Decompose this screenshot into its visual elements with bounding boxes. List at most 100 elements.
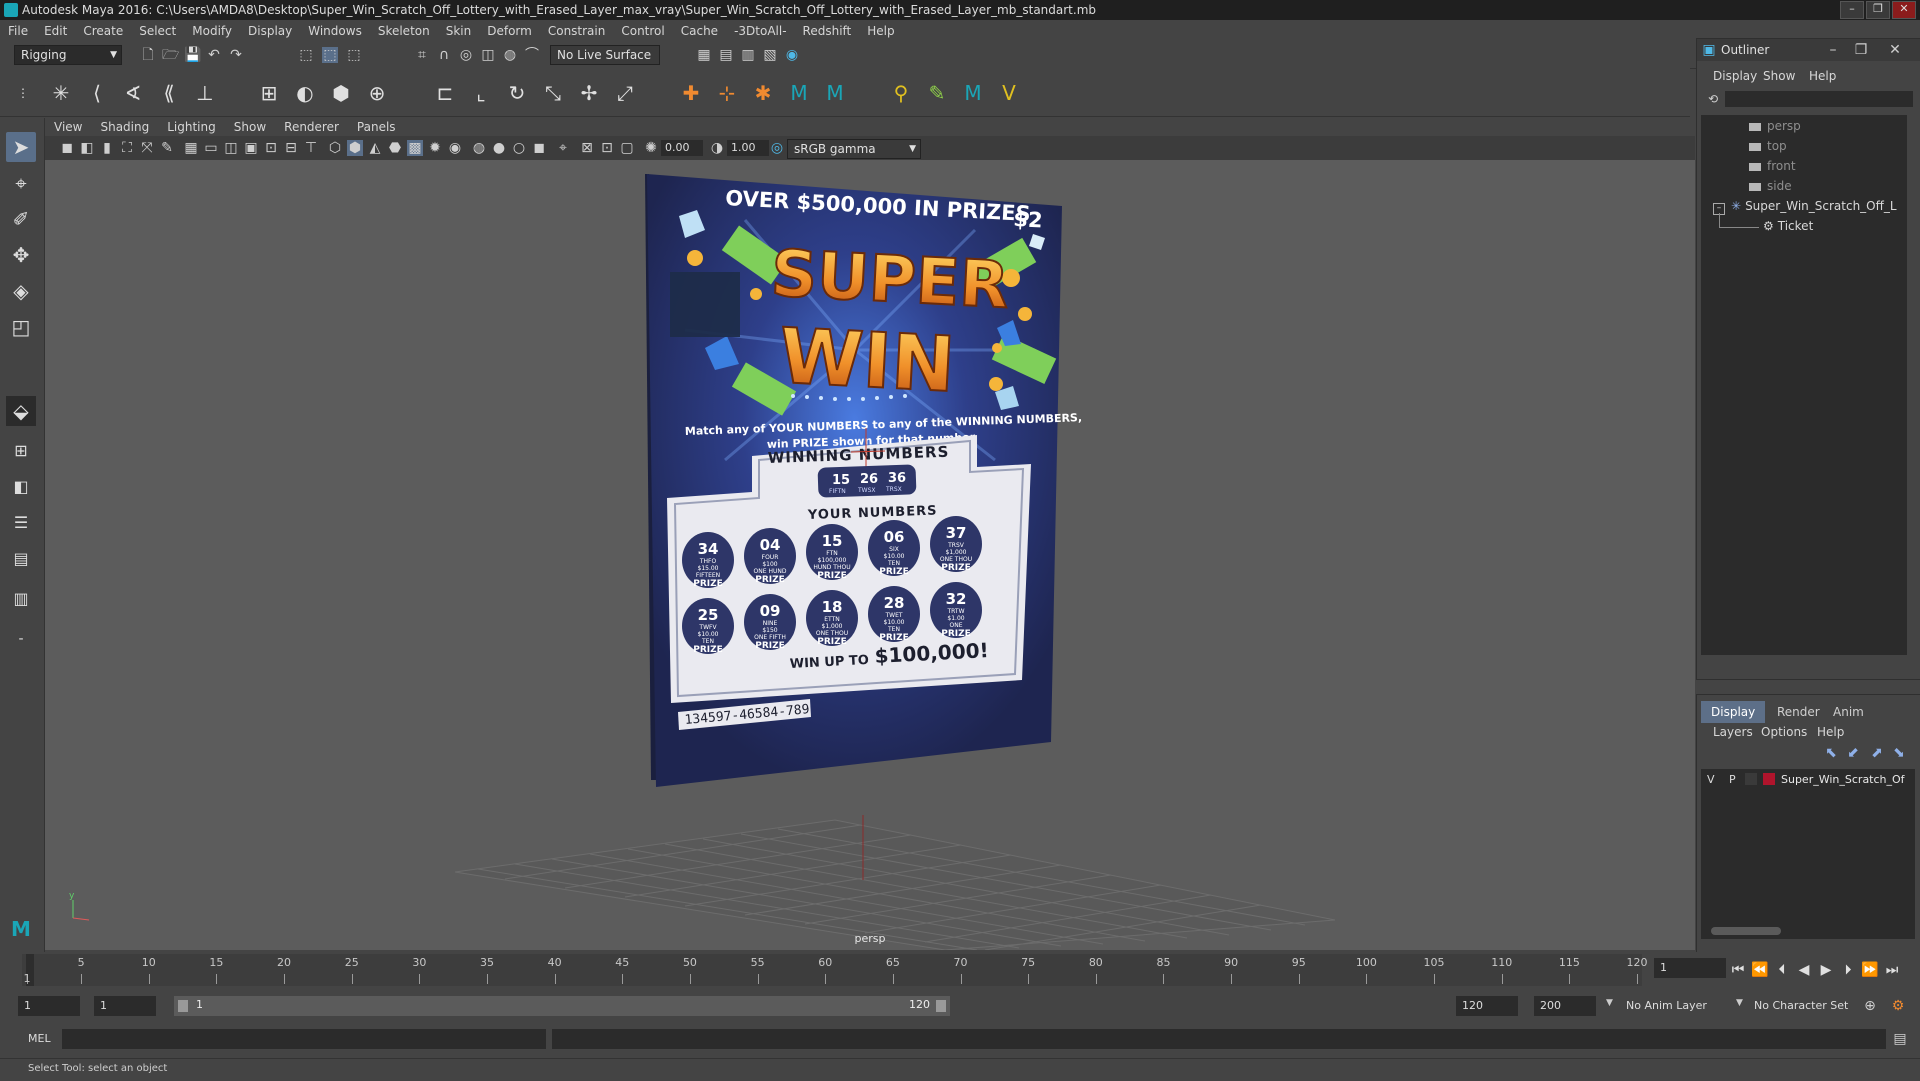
step-back-key-icon[interactable]: ⏴ <box>1772 962 1792 978</box>
new-layer-icon[interactable]: ⬈ <box>1869 745 1885 761</box>
four-view-icon[interactable]: ⊞ <box>6 436 36 466</box>
panel-menu-lighting[interactable]: Lighting <box>158 120 225 134</box>
script-editor-icon[interactable]: ▤ <box>1892 1031 1908 1047</box>
depth-of-field-icon[interactable]: ⊠ <box>579 140 595 156</box>
set-key-icon[interactable]: ⊹ <box>714 80 740 106</box>
pole-vector-icon[interactable]: ⤢ <box>612 80 638 106</box>
ik-handle-icon[interactable]: ⟨ <box>84 80 110 106</box>
menu-select[interactable]: Select <box>131 24 184 38</box>
hypergraph-layout-icon[interactable]: ▥ <box>6 584 36 614</box>
panel-menu-shading[interactable]: Shading <box>91 120 158 134</box>
point-constraint-icon[interactable]: ⌞ <box>468 80 494 106</box>
wireframe-on-shaded-icon[interactable]: ◭ <box>367 140 383 156</box>
playback-end-field[interactable]: 120 <box>1456 996 1518 1016</box>
hair-icon[interactable]: ⚲ <box>888 80 914 106</box>
scale-constraint-icon[interactable]: ⤡ <box>540 80 566 106</box>
new-scene-icon[interactable]: 🗋 <box>140 47 156 63</box>
redo-icon[interactable]: ↷ <box>228 47 244 63</box>
more-layouts-icon[interactable]: - <box>6 624 36 654</box>
exposure-field[interactable]: 0.00 <box>661 140 703 156</box>
select-component-icon[interactable]: ⬚ <box>346 47 362 63</box>
menu-display[interactable]: Display <box>240 24 300 38</box>
maya-tool-icon[interactable]: M <box>960 80 986 106</box>
maximize-icon[interactable]: ❐ <box>1853 42 1869 58</box>
parent-constraint-icon[interactable]: ⊏ <box>432 80 458 106</box>
tab-display[interactable]: Display <box>1701 701 1766 723</box>
new-layer-selected-icon[interactable]: ⬊ <box>1891 745 1907 761</box>
layer-row[interactable]: V P Super_Win_Scratch_Of <box>1701 771 1915 789</box>
camera-attributes-icon[interactable]: ◧ <box>79 140 95 156</box>
chevron-down-icon[interactable]: ▼ <box>1606 998 1613 1008</box>
film-gate-icon[interactable]: ▭ <box>203 140 219 156</box>
paint-weights-icon[interactable]: ◐ <box>292 80 318 106</box>
step-back-icon[interactable]: ⏪ <box>1750 962 1770 978</box>
live-surface-field[interactable]: No Live Surface <box>550 45 660 65</box>
undo-icon[interactable]: ↶ <box>206 47 222 63</box>
character-set-dropdown[interactable]: No Character Set <box>1748 996 1870 1016</box>
menu-deform[interactable]: Deform <box>479 24 540 38</box>
minimize-button[interactable]: – <box>1840 1 1864 19</box>
snap-surface-icon[interactable]: ◍ <box>502 47 518 63</box>
outliner-item-side[interactable]: side <box>1749 179 1792 193</box>
layer-visibility-toggle[interactable]: V <box>1707 773 1715 786</box>
resolution-gate-icon[interactable]: ◫ <box>223 140 239 156</box>
time-ruler[interactable]: 1 5 10 15 20 25 30 35 40 45 50 55 60 65 70 75 80 85 90 95 10… <box>22 954 1648 986</box>
motion-blur-icon[interactable]: ⊡ <box>599 140 615 156</box>
layer-name[interactable]: Super_Win_Scratch_Of <box>1781 773 1905 786</box>
command-language-label[interactable]: MEL <box>28 1032 51 1045</box>
set-driven-key-icon[interactable]: ✱ <box>750 80 776 106</box>
menu-set-dropdown[interactable]: Rigging ▼ <box>14 45 122 65</box>
snap-view-icon[interactable]: ◫ <box>480 47 496 63</box>
color-management-icon[interactable]: ◎ <box>769 140 785 156</box>
2d-pan-zoom-icon[interactable]: ⤧ <box>139 140 155 156</box>
tab-render[interactable]: Render <box>1767 701 1830 723</box>
smooth-shade-icon[interactable]: ⬢ <box>347 140 363 156</box>
paint-select-icon[interactable]: ✐ <box>6 204 36 234</box>
isolate-select-icon[interactable]: ⌖ <box>555 140 571 156</box>
gate-mask-icon[interactable]: ▣ <box>243 140 259 156</box>
minimize-icon[interactable]: – <box>1825 42 1841 58</box>
menu-skeleton[interactable]: Skeleton <box>370 24 438 38</box>
cluster-icon[interactable]: ⊕ <box>364 80 390 106</box>
hik-icon[interactable]: M <box>786 80 812 106</box>
orient-joint-icon[interactable]: ⊥ <box>192 80 218 106</box>
grease-pencil-icon[interactable]: ✎ <box>159 140 175 156</box>
joint-tool-icon[interactable]: ✳ <box>48 80 74 106</box>
outliner-menu-show[interactable]: Show <box>1763 69 1795 83</box>
snap-grid-icon[interactable]: ⌗ <box>414 47 430 63</box>
use-all-lights-icon[interactable]: ▩ <box>407 140 423 156</box>
refresh-icon[interactable]: ⟲ <box>1705 91 1721 107</box>
play-backwards-icon[interactable]: ◀ <box>1794 962 1814 978</box>
ipr-render-icon[interactable]: ▥ <box>740 47 756 63</box>
safe-title-icon[interactable]: ⊤ <box>303 140 319 156</box>
hud-icon[interactable]: ▢ <box>619 140 635 156</box>
preferences-icon[interactable]: ⚙ <box>1890 998 1906 1014</box>
aim-constraint-icon[interactable]: ✢ <box>576 80 602 106</box>
hypershade-icon[interactable]: ◉ <box>784 47 800 63</box>
current-frame-field[interactable]: 1 <box>1654 958 1726 978</box>
grid-toggle-icon[interactable]: ▦ <box>183 140 199 156</box>
command-input[interactable] <box>62 1029 546 1049</box>
panel-menu-view[interactable]: View <box>45 120 91 134</box>
orient-constraint-icon[interactable]: ↻ <box>504 80 530 106</box>
outliner-item-ticket[interactable]: ⚙ Ticket <box>1763 219 1813 233</box>
playback-start-field[interactable]: 1 <box>94 996 156 1016</box>
two-view-icon[interactable]: ◧ <box>6 472 36 502</box>
shelf-options-icon[interactable]: ⋮ <box>10 80 36 106</box>
menu-help[interactable]: Help <box>859 24 902 38</box>
outliner-item-front[interactable]: front <box>1749 159 1796 173</box>
animation-end-field[interactable]: 200 <box>1534 996 1596 1016</box>
xray-icon[interactable]: ◍ <box>471 140 487 156</box>
textured-icon[interactable]: ⬣ <box>387 140 403 156</box>
tab-anim[interactable]: Anim <box>1823 701 1874 723</box>
snap-point-icon[interactable]: ◎ <box>458 47 474 63</box>
anim-layer-dropdown[interactable]: No Anim Layer <box>1620 996 1732 1016</box>
render-view-icon[interactable]: ▧ <box>762 47 778 63</box>
close-icon[interactable]: ✕ <box>1887 42 1903 58</box>
time-slider[interactable]: 1 5 10 15 20 25 30 35 40 45 50 55 60 65 70 75 80 85 90 95 10… <box>0 952 1920 988</box>
layer-list[interactable]: V P Super_Win_Scratch_Of <box>1701 769 1915 939</box>
menu-cache[interactable]: Cache <box>673 24 726 38</box>
panel-menu-panels[interactable]: Panels <box>348 120 405 134</box>
menu-modify[interactable]: Modify <box>184 24 240 38</box>
layer-scrollbar[interactable] <box>1711 927 1781 935</box>
